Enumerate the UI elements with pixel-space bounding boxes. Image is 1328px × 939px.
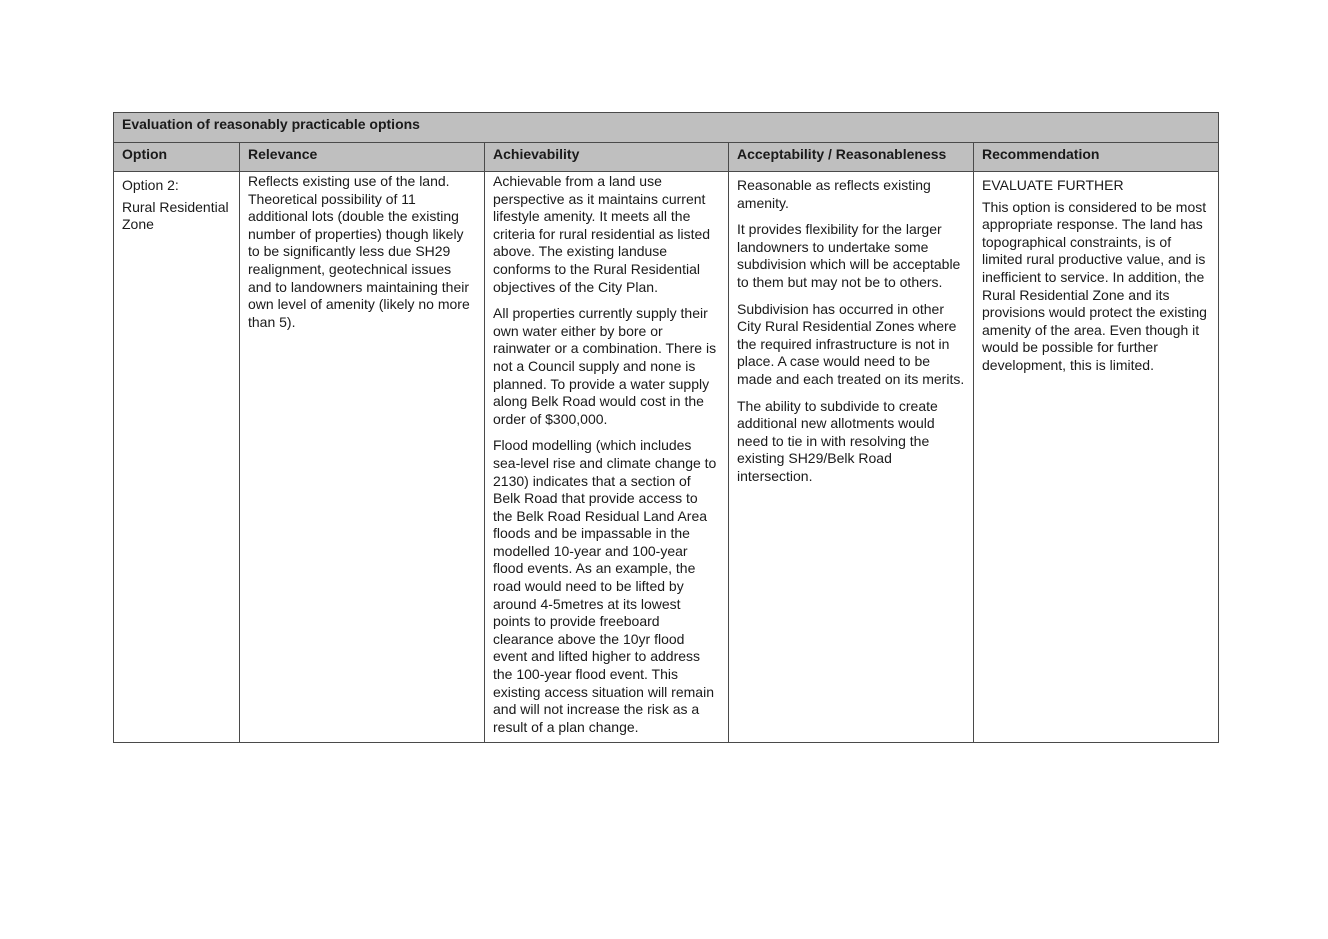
table-row: Option 2: Rural Residential Zone Reflect…	[113, 170, 1220, 744]
evaluation-table: Evaluation of reasonably practicable opt…	[112, 112, 1220, 744]
option-number: Option 2:	[122, 177, 179, 193]
header-relevance: Relevance	[239, 142, 485, 172]
header-recommendation: Recommendation	[972, 142, 1220, 172]
header-achievability: Achievability	[484, 142, 729, 172]
recommendation-text: This option is considered to be most app…	[982, 198, 1207, 373]
acceptability-paragraph-4: The ability to subdivide to create addit…	[737, 397, 938, 484]
header-option: Option	[113, 142, 240, 172]
table-header-row: Option Relevance Achievability Acceptabi…	[113, 142, 1220, 172]
cell-achievability: Achievable from a land use perspective a…	[484, 170, 729, 744]
acceptability-paragraph-2: It provides flexibility for the larger l…	[737, 221, 961, 290]
table-title: Evaluation of reasonably practicable opt…	[112, 112, 1220, 143]
cell-acceptability: Reasonable as reflects existing amenity.…	[728, 170, 974, 744]
achievability-paragraph-3: Flood modelling (which includes sea-leve…	[493, 437, 717, 735]
recommendation-verdict: EVALUATE FURTHER	[982, 177, 1124, 193]
relevance-text: Reflects existing use of the land. Theor…	[248, 173, 470, 330]
header-acceptability: Acceptability / Reasonableness	[728, 142, 974, 172]
cell-relevance: Reflects existing use of the land. Theor…	[239, 170, 485, 744]
achievability-paragraph-1: Achievable from a land use perspective a…	[493, 173, 711, 295]
cell-recommendation: EVALUATE FURTHER This option is consider…	[972, 170, 1220, 744]
cell-option: Option 2: Rural Residential Zone	[113, 170, 240, 744]
acceptability-paragraph-3: Subdivision has occurred in other City R…	[737, 300, 965, 387]
table-title-row: Evaluation of reasonably practicable opt…	[112, 112, 1220, 143]
achievability-paragraph-2: All properties currently supply their ow…	[493, 305, 717, 427]
option-name: Rural Residential Zone	[122, 198, 229, 233]
acceptability-paragraph-1: Reasonable as reflects existing amenity.	[737, 177, 931, 211]
